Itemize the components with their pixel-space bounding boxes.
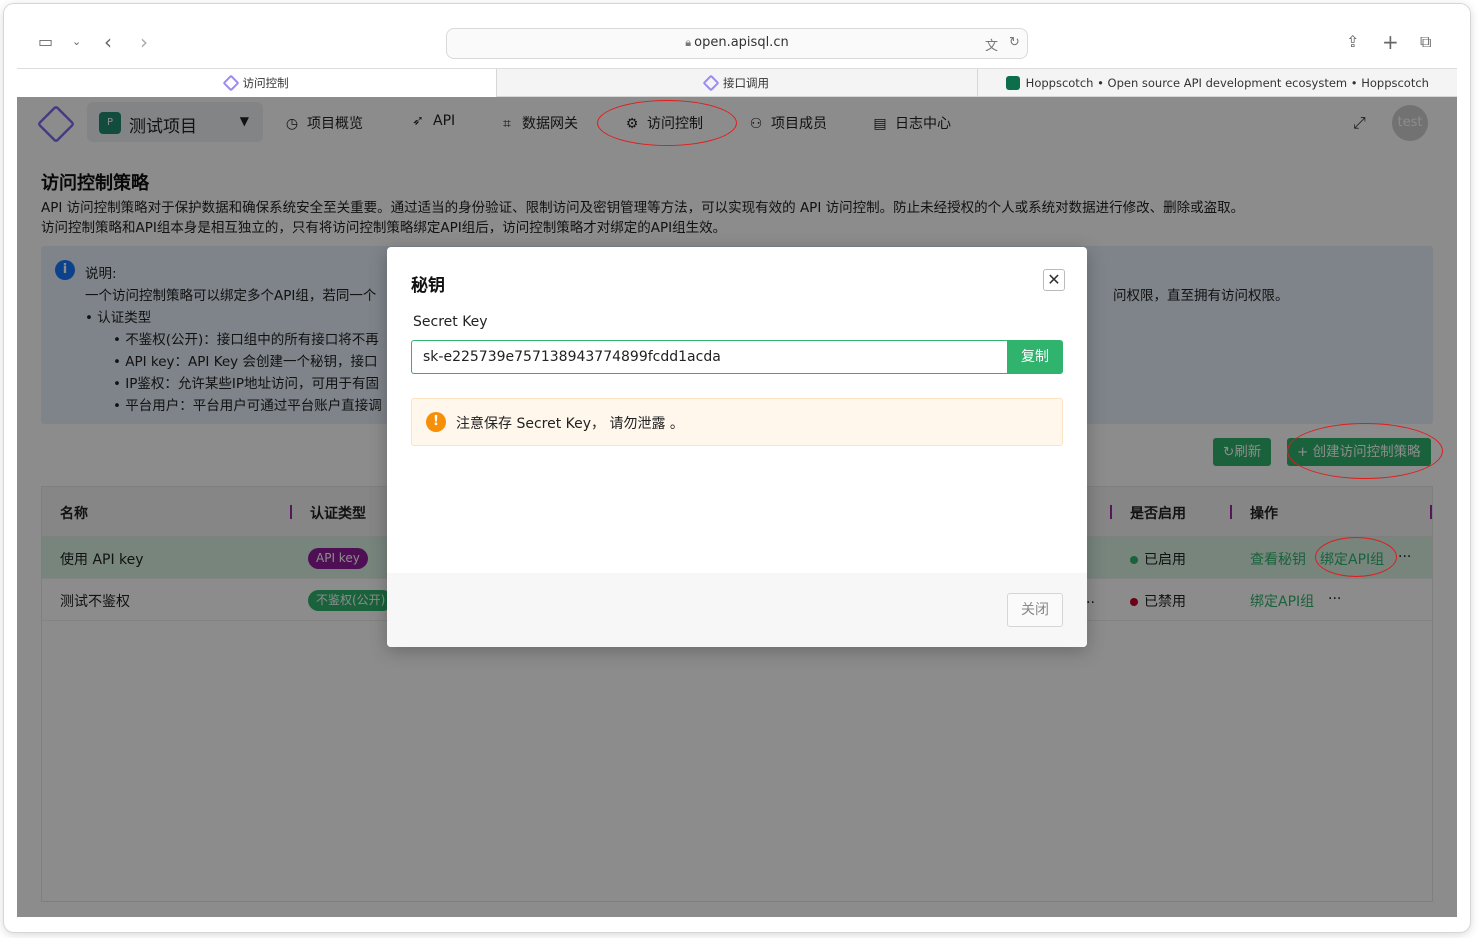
- translate-icon[interactable]: 文: [985, 35, 998, 54]
- annotation-ring: [597, 100, 737, 146]
- annotation-ring: [1315, 537, 1397, 577]
- secret-key-label: Secret Key: [413, 314, 488, 330]
- tab-hoppscotch[interactable]: Hoppscotch • Open source API development…: [976, 69, 1457, 97]
- url-text: open.apisql.cn: [694, 35, 789, 50]
- address-bar[interactable]: 🔒︎ open.apisql.cn 文 ↻: [446, 28, 1028, 59]
- apisql-favicon-icon: [702, 74, 720, 91]
- tab-bar: 访问控制 接口调用 Hoppscotch • Open source API d…: [17, 68, 1457, 97]
- secret-key-modal: 秘钥 ✕ Secret Key 复制 ! 注意保存 Secret Key， 请勿…: [387, 247, 1087, 647]
- tab-api-call[interactable]: 接口调用: [496, 69, 977, 97]
- secret-key-input[interactable]: [411, 340, 1007, 374]
- annotation-ring: [1287, 423, 1443, 479]
- browser-toolbar: ▭ ⌄ ‹ › 🔒︎ open.apisql.cn 文 ↻ ⇪ + ⧉: [4, 4, 1470, 68]
- tab-label: 访问控制: [242, 76, 289, 90]
- chevron-down-icon[interactable]: ⌄: [72, 32, 81, 52]
- tab-label: Hoppscotch • Open source API development…: [1025, 75, 1429, 90]
- forward-icon[interactable]: ›: [140, 32, 148, 52]
- browser-window: ▭ ⌄ ‹ › 🔒︎ open.apisql.cn 文 ↻ ⇪ + ⧉ 访问控制 …: [4, 4, 1470, 932]
- warning-text: 注意保存 Secret Key， 请勿泄露 。: [456, 416, 684, 432]
- apisql-favicon-icon: [222, 74, 240, 92]
- hoppscotch-favicon-icon: [1005, 75, 1020, 90]
- reload-icon[interactable]: ↻: [1009, 35, 1020, 50]
- share-icon[interactable]: ⇪: [1346, 32, 1359, 52]
- copy-button[interactable]: 复制: [1007, 340, 1063, 374]
- warning-alert: ! 注意保存 Secret Key， 请勿泄露 。: [411, 398, 1063, 446]
- sidebar-toggle-icon[interactable]: ▭: [38, 32, 53, 52]
- close-button[interactable]: 关闭: [1007, 593, 1063, 627]
- new-tab-icon[interactable]: +: [1382, 32, 1399, 52]
- tab-label: 接口调用: [722, 75, 769, 90]
- lock-icon: 🔒︎: [685, 36, 692, 49]
- modal-title: 秘钥: [411, 276, 445, 296]
- modal-footer: 关闭: [387, 573, 1087, 647]
- warning-icon: !: [426, 412, 446, 432]
- back-icon[interactable]: ‹: [104, 32, 112, 52]
- close-icon[interactable]: ✕: [1043, 269, 1065, 291]
- tab-access-control[interactable]: 访问控制: [17, 69, 497, 97]
- tab-overview-icon[interactable]: ⧉: [1420, 32, 1431, 52]
